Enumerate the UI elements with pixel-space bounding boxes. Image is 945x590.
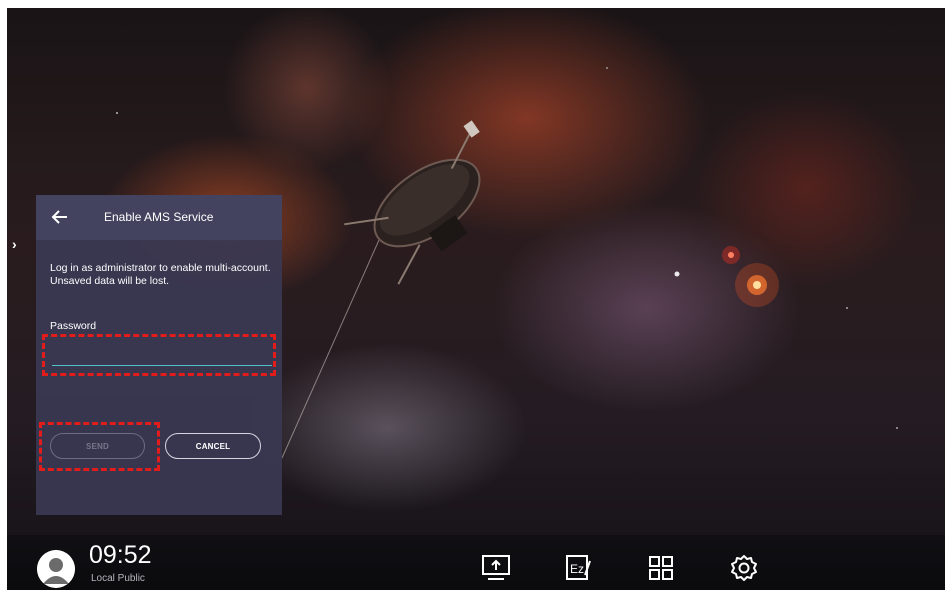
send-highlight-box [39, 422, 160, 471]
desktop-screen: › Enable AMS Service Log in as administr… [7, 8, 945, 590]
user-account-label: Local Public [91, 573, 145, 584]
enable-ams-dialog: Enable AMS Service Log in as administrat… [36, 195, 282, 515]
dialog-title: Enable AMS Service [104, 210, 214, 224]
password-label: Password [50, 320, 97, 332]
settings-icon[interactable] [729, 553, 759, 583]
screen-share-icon[interactable] [481, 553, 511, 583]
user-icon [37, 550, 75, 588]
dialog-message: Log in as administrator to enable multi-… [50, 262, 271, 287]
side-panel-arrow-icon[interactable]: › [12, 236, 24, 252]
back-arrow-icon[interactable] [50, 207, 70, 227]
apps-grid-icon[interactable] [646, 553, 676, 583]
user-avatar[interactable] [37, 550, 75, 588]
svg-text:Ez: Ez [570, 562, 584, 576]
cancel-button[interactable]: CANCEL [165, 433, 261, 459]
clock-time: 09:52 [89, 541, 152, 569]
ez-write-icon[interactable]: Ez [564, 553, 594, 583]
taskbar: 09:52 Local Public Ez [7, 535, 945, 590]
password-highlight-box [42, 334, 276, 376]
dialog-header: Enable AMS Service [36, 195, 282, 240]
